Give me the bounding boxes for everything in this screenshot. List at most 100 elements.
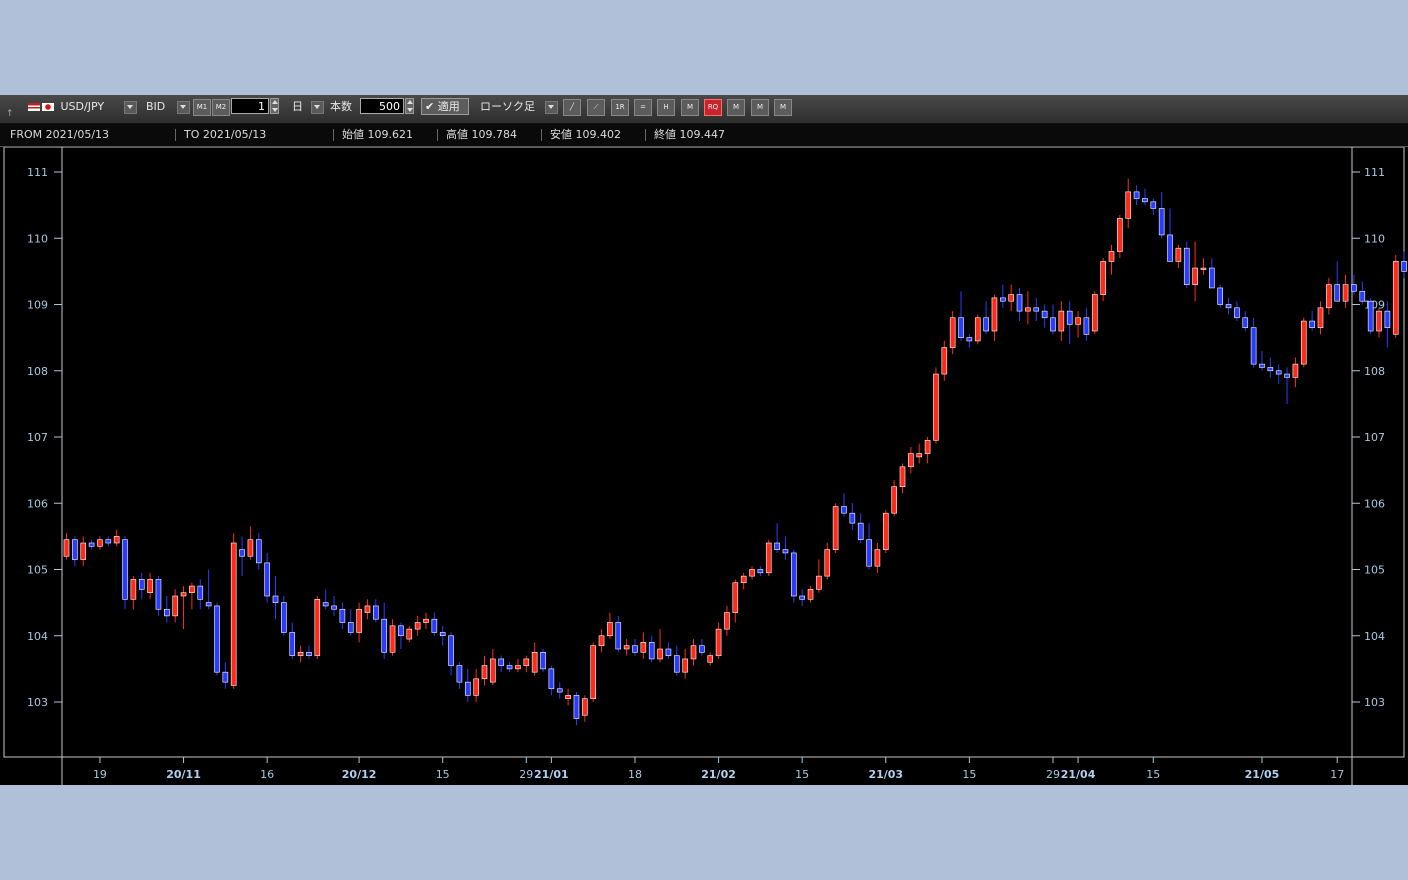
- candle-body: [214, 605, 220, 673]
- collapse-arrow-icon[interactable]: ↑: [6, 109, 14, 119]
- candle-body: [72, 539, 78, 560]
- candle-body: [1083, 317, 1090, 335]
- price-type-label[interactable]: BID: [146, 95, 165, 123]
- m-tool-button-2[interactable]: M: [727, 99, 745, 116]
- candle-body: [740, 575, 747, 584]
- x-tick-label: 19: [93, 768, 107, 781]
- candle-body: [1292, 363, 1299, 378]
- m-tool-label-3: M: [756, 103, 764, 111]
- currency-pair-selector[interactable]: USD/JPY: [28, 95, 104, 123]
- m-tool-button-3[interactable]: M: [751, 99, 769, 116]
- candle-body: [189, 585, 195, 593]
- candle-body: [765, 542, 772, 574]
- chart-type-label[interactable]: ローソク足: [480, 95, 535, 123]
- count-spinner[interactable]: [405, 98, 414, 114]
- candle-body: [1158, 208, 1165, 236]
- candle-body: [849, 512, 856, 524]
- candle-body: [640, 642, 647, 653]
- candle-body: [924, 440, 931, 454]
- candle-body: [373, 605, 379, 620]
- candle-body: [582, 698, 588, 716]
- m2-button[interactable]: M2: [212, 99, 230, 116]
- candle-body: [1342, 284, 1349, 302]
- candlestick-chart[interactable]: 111 111 110 110 109 109 108 108 107 107 106 106 105 1…: [0, 147, 1408, 785]
- pair-dropdown-icon[interactable]: [124, 101, 137, 114]
- x-tick-label: 21/02: [701, 768, 736, 781]
- trend-tool-icon: ╱: [569, 103, 575, 111]
- trend-tool-button[interactable]: ╱: [563, 99, 581, 116]
- period-unit-dropdown-icon[interactable]: [311, 101, 324, 114]
- candle-body: [1108, 251, 1115, 262]
- y-tick-label-right: 104: [1364, 630, 1385, 643]
- candle-body: [1050, 317, 1056, 332]
- candle-body: [1033, 307, 1040, 312]
- candle-body: [1234, 307, 1240, 319]
- m-tool-button[interactable]: M: [681, 99, 699, 116]
- apply-button[interactable]: ✔ 適用: [421, 98, 469, 115]
- candle-body: [556, 688, 563, 693]
- candle-body: [665, 648, 672, 656]
- period-unit-label[interactable]: 日: [292, 95, 303, 123]
- candle-body: [1175, 247, 1182, 262]
- candle-body: [122, 539, 128, 600]
- x-tick-label: 16: [260, 768, 274, 781]
- m-tool-button-4[interactable]: M: [774, 99, 792, 116]
- candle-body: [272, 595, 279, 603]
- candle-body: [916, 453, 923, 458]
- candle-body: [80, 542, 87, 560]
- m-tool-label-2: M: [732, 103, 740, 111]
- m1-button[interactable]: M1: [193, 99, 211, 116]
- candle-body: [281, 602, 287, 633]
- x-tick-label: 18: [628, 768, 642, 781]
- period-spinner[interactable]: [270, 98, 279, 114]
- candle-body: [1351, 284, 1357, 292]
- candle-body: [983, 317, 989, 332]
- m1-label: M1: [196, 103, 208, 111]
- candle-body: [113, 536, 120, 544]
- candle-body: [381, 618, 387, 653]
- candle-body: [1309, 320, 1315, 328]
- hline-button[interactable]: =: [634, 99, 652, 116]
- candle-body: [1284, 373, 1290, 378]
- candle-body: [699, 645, 705, 653]
- candle-body: [1326, 284, 1332, 309]
- period-value-input[interactable]: 1: [231, 98, 269, 114]
- candle-body: [531, 652, 538, 673]
- candle-body: [1334, 284, 1341, 302]
- x-tick-label: 15: [795, 768, 809, 781]
- price-type-dropdown-icon[interactable]: [177, 101, 190, 114]
- chart-frame: [3, 147, 1405, 758]
- candle-body: [908, 453, 914, 468]
- y-tick-label-right: 106: [1364, 497, 1385, 510]
- candle-body: [715, 628, 722, 656]
- candle-body: [97, 539, 103, 547]
- hline-label: =: [640, 103, 646, 111]
- candle-body: [389, 625, 396, 653]
- candle-body: [105, 539, 112, 544]
- count-input[interactable]: 500: [360, 98, 404, 114]
- m2-label: M2: [215, 103, 227, 111]
- h-tool-button[interactable]: H: [657, 99, 675, 116]
- x-tick-label: 21/03: [868, 768, 903, 781]
- candle-body: [230, 542, 237, 686]
- candle-body: [573, 695, 580, 719]
- candle-body: [707, 655, 714, 663]
- candle-body: [1142, 198, 1148, 203]
- candle-body: [314, 599, 321, 656]
- candle-body: [1117, 218, 1123, 252]
- candle-body: [941, 347, 948, 375]
- candle-body: [264, 562, 270, 597]
- rq-tool-button[interactable]: RQ: [704, 99, 722, 116]
- line-tool-button[interactable]: ⟋: [587, 99, 605, 116]
- candle-body: [1075, 317, 1081, 325]
- 1r-button[interactable]: 1R: [611, 99, 629, 116]
- candle-body: [1125, 191, 1132, 219]
- chart-type-dropdown-icon[interactable]: [545, 101, 558, 114]
- candle-body: [147, 579, 153, 593]
- candle-body: [540, 652, 546, 670]
- candle-body: [1192, 267, 1198, 285]
- high-price: 高値 109.784: [446, 128, 517, 141]
- candle-body: [1367, 300, 1374, 332]
- y-tick-label-right: 110: [1364, 232, 1385, 245]
- y-tick-label-left: 110: [27, 232, 48, 245]
